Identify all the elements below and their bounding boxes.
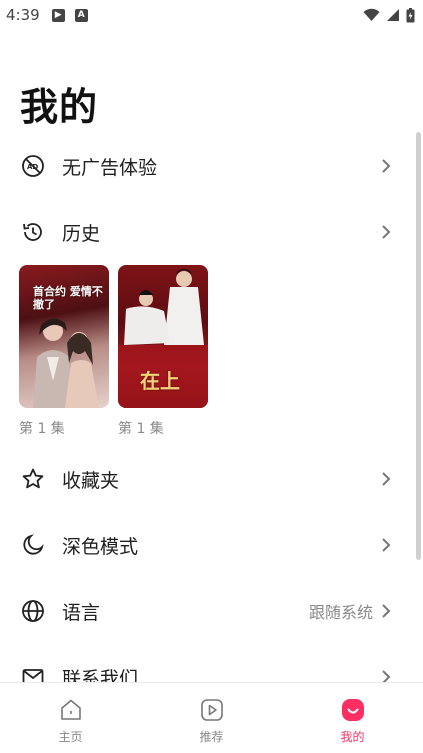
page-title: 我的 — [20, 85, 99, 129]
bottom-nav: 主页 推荐 我的 — [0, 682, 423, 753]
menu-item-label: 历史 — [62, 222, 101, 245]
menu-item-label: 语言 — [62, 601, 101, 624]
episode-label: 第 1 集 — [19, 421, 65, 437]
chevron-right-icon — [379, 222, 393, 242]
status-time: 4:39 — [6, 6, 40, 24]
menu-item-favorites[interactable]: 收藏夹 — [0, 454, 415, 504]
nav-tab-home[interactable]: 主页 — [0, 683, 141, 753]
menu-item-history[interactable]: 历史 — [0, 207, 415, 257]
menu-item-language[interactable]: 语言 跟随系统 — [0, 586, 415, 636]
battery-icon — [406, 7, 415, 22]
menu-item-dark-mode[interactable]: 深色模式 — [0, 520, 415, 570]
history-thumbnail[interactable]: 首合约 爱情不撤了 — [19, 265, 109, 408]
status-right-icons — [363, 7, 415, 23]
wifi-icon — [363, 8, 380, 21]
home-icon — [60, 699, 81, 720]
poster-title: 首合约 爱情不撤了 — [33, 285, 103, 311]
chevron-right-icon — [379, 156, 393, 176]
scrollbar[interactable] — [416, 132, 421, 560]
star-icon — [20, 466, 46, 492]
history-thumbnail[interactable]: 在上 — [118, 265, 208, 408]
chevron-right-icon — [379, 601, 393, 621]
signal-icon — [387, 9, 399, 21]
nav-label: 我的 — [340, 730, 365, 744]
status-left-icons: ▶ A — [51, 8, 88, 22]
play-icon — [200, 699, 223, 721]
history-icon — [20, 219, 46, 245]
menu-item-label: 深色模式 — [62, 535, 139, 558]
no-ads-icon: AD — [20, 153, 46, 179]
profile-smile-icon — [341, 699, 364, 721]
poster-title: 在上 — [140, 369, 180, 393]
play-store-icon: ▶ — [51, 8, 65, 22]
nav-label: 主页 — [58, 730, 83, 744]
chevron-right-icon — [379, 535, 393, 555]
language-value: 跟随系统 — [308, 603, 373, 622]
status-bar: 4:39 ▶ A — [0, 0, 423, 30]
menu-item-label: 收藏夹 — [62, 469, 120, 492]
menu-item-label: 无广告体验 — [62, 156, 158, 179]
nav-tab-profile[interactable]: 我的 — [282, 683, 423, 753]
chevron-right-icon — [379, 469, 393, 489]
a-notification-icon: A — [74, 8, 88, 22]
nav-tab-recommend[interactable]: 推荐 — [141, 683, 282, 753]
nav-label: 推荐 — [199, 730, 224, 744]
svg-text:AD: AD — [27, 163, 38, 171]
episode-label: 第 1 集 — [118, 421, 164, 437]
moon-icon — [20, 532, 46, 558]
menu-item-ad-free[interactable]: AD 无广告体验 — [0, 141, 415, 191]
globe-icon — [20, 598, 46, 624]
